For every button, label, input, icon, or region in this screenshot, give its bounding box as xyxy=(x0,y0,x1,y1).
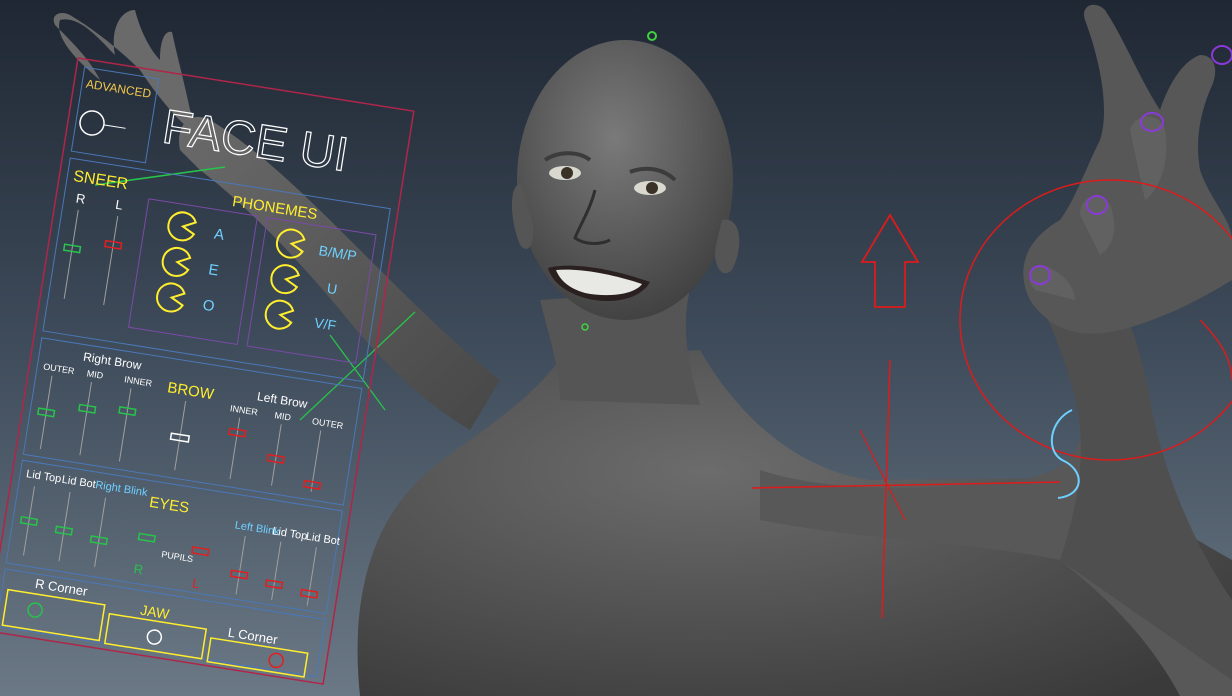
character-left-iris xyxy=(561,167,573,179)
character-right-iris xyxy=(646,182,658,194)
maya-viewport[interactable]: ADVANCED FACE UI SNEER R L PHONEMES A E … xyxy=(0,0,1232,696)
phoneme-vf-label: V/F xyxy=(313,314,337,333)
